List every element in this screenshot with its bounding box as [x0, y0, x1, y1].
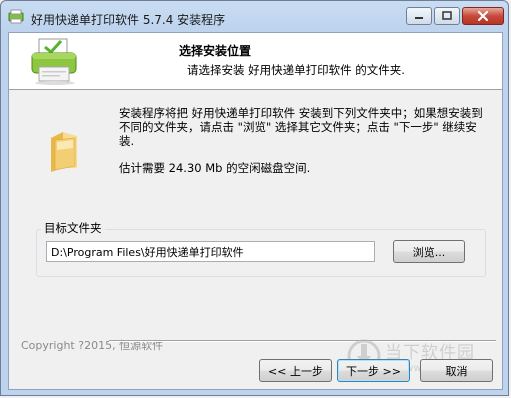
destination-legend: 目标文件夹: [41, 220, 105, 236]
next-button[interactable]: 下一步 >>: [337, 359, 410, 382]
printer-icon: [31, 38, 77, 85]
minimize-icon: [415, 17, 423, 19]
dialog-body: 选择安装位置 请选择安装 好用快递单打印软件 的文件夹. 安装程序将把 好用快递…: [8, 32, 503, 390]
title-bar[interactable]: 好用快递单打印软件 5.7.4 安装程序: [1, 1, 510, 33]
maximize-icon: [442, 11, 452, 20]
page-subtitle: 请选择安装 好用快递单打印软件 的文件夹.: [187, 63, 405, 77]
back-button[interactable]: << 上一步: [259, 359, 332, 382]
close-icon: [477, 10, 489, 22]
destination-path-input[interactable]: [46, 241, 375, 262]
disk-space-text: 估计需要 24.30 Mb 的空闲磁盘空间.: [119, 161, 311, 175]
header-panel: 选择安装位置 请选择安装 好用快递单打印软件 的文件夹.: [9, 33, 502, 90]
window-title: 好用快递单打印软件 5.7.4 安装程序: [31, 13, 226, 27]
minimize-button[interactable]: [406, 7, 432, 25]
maximize-button[interactable]: [434, 7, 460, 25]
install-instructions: 安装程序将把 好用快递单打印软件 安装到下列文件夹中；如果想安装到不同的文件夹，…: [119, 106, 483, 148]
folder-icon: [51, 132, 77, 172]
close-button[interactable]: [462, 7, 504, 25]
app-icon: [8, 9, 24, 24]
page-title: 选择安装位置: [179, 44, 252, 58]
cancel-button[interactable]: 取消: [420, 359, 493, 382]
installer-window: 好用快递单打印软件 5.7.4 安装程序 选择安装位置 请选择安装 好用快递单打…: [0, 0, 509, 396]
browse-button[interactable]: 浏览...: [393, 240, 465, 263]
